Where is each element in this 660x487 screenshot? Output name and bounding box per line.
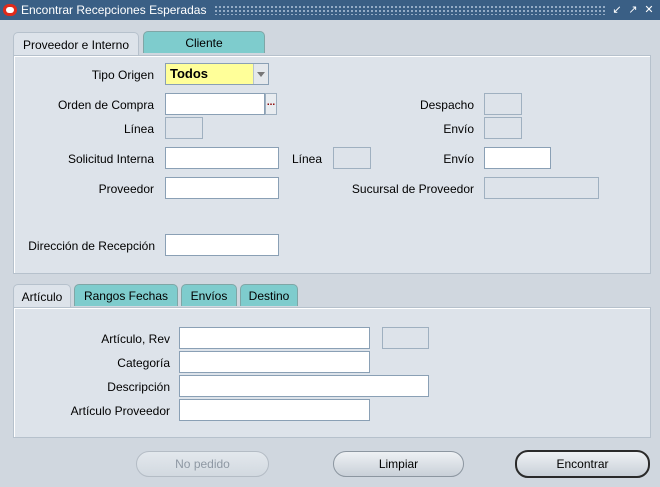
descripcion-label: Descripción bbox=[107, 380, 170, 394]
no-pedido-label: No pedido bbox=[175, 457, 230, 471]
envio-label: Envío bbox=[443, 122, 474, 136]
direccion-recepcion-label: Dirección de Recepción bbox=[28, 239, 155, 253]
categoria-input[interactable] bbox=[179, 351, 370, 373]
direccion-recepcion-input[interactable] bbox=[165, 234, 279, 256]
tab-label: Cliente bbox=[185, 35, 223, 50]
tipo-origen-label: Tipo Origen bbox=[91, 68, 154, 82]
oracle-logo-icon bbox=[3, 4, 17, 16]
close-icon[interactable]: ✕ bbox=[642, 3, 656, 17]
tab-label: Proveedor e Interno bbox=[22, 37, 130, 52]
descripcion-input[interactable] bbox=[179, 375, 429, 397]
proveedor-input[interactable] bbox=[165, 177, 279, 199]
sucursal-label: Sucursal de Proveedor bbox=[351, 182, 474, 196]
tab-label: Envíos bbox=[190, 288, 228, 303]
tipo-origen-value: Todos bbox=[170, 66, 209, 81]
tab-rangos-fechas[interactable]: Rangos Fechas bbox=[74, 284, 178, 306]
tab-cliente[interactable]: Cliente bbox=[143, 31, 265, 53]
categoria-label: Categoría bbox=[117, 356, 170, 370]
chevron-down-icon[interactable] bbox=[253, 64, 268, 84]
no-pedido-button[interactable]: No pedido bbox=[136, 451, 269, 477]
despacho-field bbox=[484, 93, 522, 115]
linea-field bbox=[165, 117, 203, 139]
list-of-values-icon[interactable]: ... bbox=[265, 93, 277, 115]
tab-destino[interactable]: Destino bbox=[240, 284, 298, 306]
window-title: Encontrar Recepciones Esperadas bbox=[21, 3, 207, 17]
orden-compra-label: Orden de Compra bbox=[57, 98, 154, 112]
solicitud-interna-label: Solicitud Interna bbox=[67, 152, 154, 166]
solicitud-interna-input[interactable] bbox=[165, 147, 279, 169]
maximize-icon[interactable]: ↗ bbox=[626, 3, 640, 17]
articulo-proveedor-label: Artículo Proveedor bbox=[70, 404, 170, 418]
proveedor-label: Proveedor bbox=[98, 182, 154, 196]
tab-proveedor-interno[interactable]: Proveedor e Interno bbox=[13, 32, 139, 56]
sucursal-field bbox=[484, 177, 599, 199]
solicitud-linea-label: Línea bbox=[291, 152, 322, 166]
articulo-rev-label: Artículo, Rev bbox=[101, 332, 170, 346]
title-bar-pattern bbox=[214, 5, 606, 15]
envio-field bbox=[484, 117, 522, 139]
despacho-label: Despacho bbox=[419, 98, 474, 112]
tipo-origen-select[interactable]: Todos bbox=[165, 63, 269, 85]
limpiar-label: Limpiar bbox=[378, 457, 419, 471]
encontrar-label: Encontrar bbox=[556, 457, 609, 471]
orden-compra-input[interactable] bbox=[165, 93, 265, 115]
linea-label: Línea bbox=[123, 122, 154, 136]
revision-field bbox=[382, 327, 429, 349]
tab-envios[interactable]: Envíos bbox=[181, 284, 237, 306]
limpiar-button[interactable]: Limpiar bbox=[333, 451, 464, 477]
tab-label: Artículo bbox=[21, 289, 63, 304]
articulo-proveedor-input[interactable] bbox=[179, 399, 370, 421]
articulo-input[interactable] bbox=[179, 327, 370, 349]
solicitud-envio-label: Envío bbox=[443, 152, 474, 166]
tab-label: Rangos Fechas bbox=[83, 288, 169, 303]
minimize-icon[interactable]: ↙ bbox=[610, 3, 624, 17]
solicitud-linea-field bbox=[333, 147, 371, 169]
encontrar-button[interactable]: Encontrar bbox=[515, 450, 650, 478]
solicitud-envio-input[interactable] bbox=[484, 147, 551, 169]
tab-articulo[interactable]: Artículo bbox=[13, 284, 71, 308]
title-bar: Encontrar Recepciones Esperadas ↙ ↗ ✕ bbox=[0, 0, 660, 20]
tab-label: Destino bbox=[248, 288, 290, 303]
